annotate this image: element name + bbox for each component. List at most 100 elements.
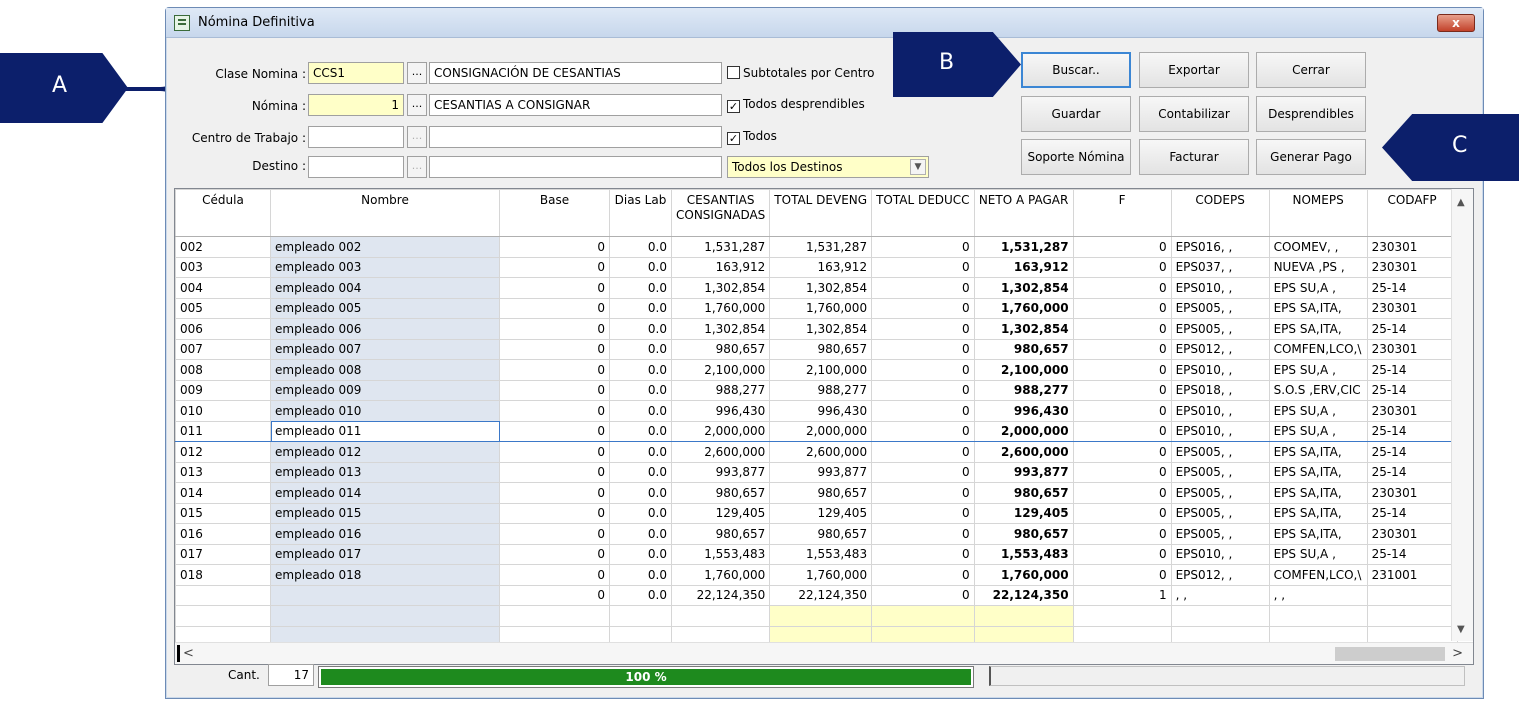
table-cell[interactable]: 988,277 — [769, 379, 873, 401]
table-cell[interactable]: EPS SU,A , — [1268, 359, 1368, 381]
table-cell[interactable]: empleado 017 — [270, 543, 500, 565]
table-cell[interactable]: empleado 007 — [270, 338, 500, 360]
column-header[interactable]: Cédula — [175, 189, 271, 237]
column-header[interactable]: NETO A PAGAR — [973, 189, 1074, 237]
table-cell[interactable]: 0.0 — [609, 441, 672, 463]
table-cell[interactable]: EPS SA,ITA, — [1268, 482, 1368, 504]
table-cell[interactable]: 0 — [499, 543, 610, 565]
table-cell[interactable]: 0.0 — [609, 277, 672, 299]
table-cell[interactable]: 0 — [499, 584, 610, 606]
table-row[interactable]: 013 empleado 013 0 0.0 993,877 993,877 0 993,87… — [175, 461, 1458, 483]
table-cell[interactable]: 980,657 — [769, 523, 873, 545]
table-cell[interactable]: 230301 — [1366, 338, 1458, 360]
table-cell[interactable]: 25-14 — [1366, 543, 1458, 565]
table-cell[interactable]: EPS016, , — [1170, 236, 1270, 258]
table-row[interactable]: 007 empleado 007 0 0.0 980,657 980,657 0 980,65… — [175, 338, 1458, 360]
table-cell[interactable]: 0.0 — [609, 482, 672, 504]
table-cell[interactable]: 2,000,000 — [973, 420, 1074, 442]
table-cell[interactable]: 25-14 — [1366, 379, 1458, 401]
table-row[interactable]: 015 empleado 015 0 0.0 129,405 129,405 0 129,40… — [175, 502, 1458, 524]
table-row[interactable]: 005 empleado 005 0 0.0 1,760,000 1,760,000 0 1,… — [175, 297, 1458, 319]
table-cell[interactable]: 0 — [1072, 236, 1172, 258]
table-cell[interactable]: 010 — [175, 400, 271, 422]
centro-trabajo-lookup[interactable]: ... — [407, 126, 427, 148]
table-cell[interactable]: 0 — [871, 318, 975, 340]
table-cell[interactable]: 0 — [871, 236, 975, 258]
column-header[interactable]: CODEPS — [1170, 189, 1270, 237]
column-header[interactable]: Dias Lab — [609, 189, 672, 237]
table-cell[interactable]: empleado 006 — [270, 318, 500, 340]
chevron-down-icon[interactable]: ▼ — [910, 159, 926, 175]
table-cell[interactable]: 0 — [499, 400, 610, 422]
table-cell[interactable]: 0 — [871, 502, 975, 524]
table-cell[interactable]: 22,124,350 — [769, 584, 873, 606]
table-cell[interactable]: empleado 003 — [270, 256, 500, 278]
table-cell[interactable]: 0.0 — [609, 338, 672, 360]
table-cell[interactable]: 0 — [871, 400, 975, 422]
table-cell[interactable]: EPS SU,A , — [1268, 277, 1368, 299]
table-cell[interactable]: 980,657 — [973, 338, 1074, 360]
table-cell[interactable]: EPS005, , — [1170, 482, 1270, 504]
vertical-scrollbar[interactable]: ▲ ▼ — [1451, 189, 1473, 641]
table-cell[interactable]: 0 — [1072, 543, 1172, 565]
table-cell[interactable]: 0 — [499, 441, 610, 463]
table-cell[interactable]: 129,405 — [973, 502, 1074, 524]
table-cell[interactable]: 0.0 — [609, 256, 672, 278]
column-header[interactable]: F — [1072, 189, 1172, 237]
table-cell[interactable]: 0 — [499, 359, 610, 381]
table-cell[interactable] — [270, 584, 500, 606]
table-cell[interactable]: 0.0 — [609, 359, 672, 381]
scroll-down-icon[interactable]: ▼ — [1457, 624, 1465, 635]
table-cell[interactable]: 1,302,854 — [769, 277, 873, 299]
table-cell[interactable]: EPS SU,A , — [1268, 400, 1368, 422]
table-cell[interactable]: EPS SU,A , — [1268, 420, 1368, 442]
table-cell[interactable]: 1,531,287 — [973, 236, 1074, 258]
close-button[interactable]: x — [1437, 14, 1475, 32]
table-cell[interactable]: 996,430 — [973, 400, 1074, 422]
table-cell[interactable]: 25-14 — [1366, 441, 1458, 463]
subtotales-box[interactable] — [727, 66, 740, 79]
table-cell[interactable]: empleado 015 — [270, 502, 500, 524]
table-cell[interactable]: 129,405 — [670, 502, 771, 524]
table-cell[interactable]: 0.0 — [609, 502, 672, 524]
table-cell[interactable]: EPS SA,ITA, — [1268, 441, 1368, 463]
table-cell[interactable]: 980,657 — [670, 338, 771, 360]
table-cell[interactable]: 0 — [871, 523, 975, 545]
table-cell[interactable]: 0 — [871, 338, 975, 360]
table-cell[interactable]: 25-14 — [1366, 359, 1458, 381]
table-cell[interactable]: 004 — [175, 277, 271, 299]
table-cell[interactable]: EPS SA,ITA, — [1268, 461, 1368, 483]
destinos-select[interactable]: Todos los Destinos ▼ — [727, 156, 929, 178]
table-cell[interactable]: 1,760,000 — [769, 564, 873, 586]
nomina-code[interactable]: 1 — [308, 94, 404, 116]
table-cell[interactable]: EPS005, , — [1170, 523, 1270, 545]
table-cell[interactable]: 0.0 — [609, 379, 672, 401]
table-cell[interactable]: 0 — [871, 564, 975, 586]
table-row[interactable]: 008 empleado 008 0 0.0 2,100,000 2,100,000 0 2,… — [175, 359, 1458, 381]
table-cell[interactable]: empleado 002 — [270, 236, 500, 258]
column-header[interactable]: NOMEPS — [1268, 189, 1368, 237]
table-cell[interactable]: 1,760,000 — [973, 564, 1074, 586]
table-cell[interactable]: 013 — [175, 461, 271, 483]
guardar-button[interactable]: Guardar — [1021, 96, 1131, 132]
table-cell[interactable]: 0.0 — [609, 523, 672, 545]
table-cell[interactable]: 0 — [871, 584, 975, 606]
table-cell[interactable]: 0 — [499, 523, 610, 545]
table-cell[interactable]: 980,657 — [973, 523, 1074, 545]
table-cell[interactable]: 0.0 — [609, 400, 672, 422]
column-header[interactable]: TOTAL DEVENG — [769, 189, 873, 237]
table-cell[interactable]: EPS005, , — [1170, 297, 1270, 319]
table-cell[interactable]: 0 — [499, 256, 610, 278]
table-cell[interactable]: 0 — [871, 359, 975, 381]
table-cell[interactable]: 1,553,483 — [670, 543, 771, 565]
table-row[interactable]: 014 empleado 014 0 0.0 980,657 980,657 0 980,65… — [175, 482, 1458, 504]
table-cell[interactable] — [1366, 584, 1458, 606]
scroll-up-icon[interactable]: ▲ — [1457, 197, 1465, 208]
table-cell[interactable]: 0 — [1072, 400, 1172, 422]
table-cell[interactable]: 0 — [499, 236, 610, 258]
table-cell[interactable]: 1,553,483 — [769, 543, 873, 565]
table-cell[interactable]: 2,100,000 — [769, 359, 873, 381]
table-cell[interactable]: 003 — [175, 256, 271, 278]
table-cell[interactable]: 0 — [1072, 461, 1172, 483]
centro-trabajo-code[interactable] — [308, 126, 404, 148]
